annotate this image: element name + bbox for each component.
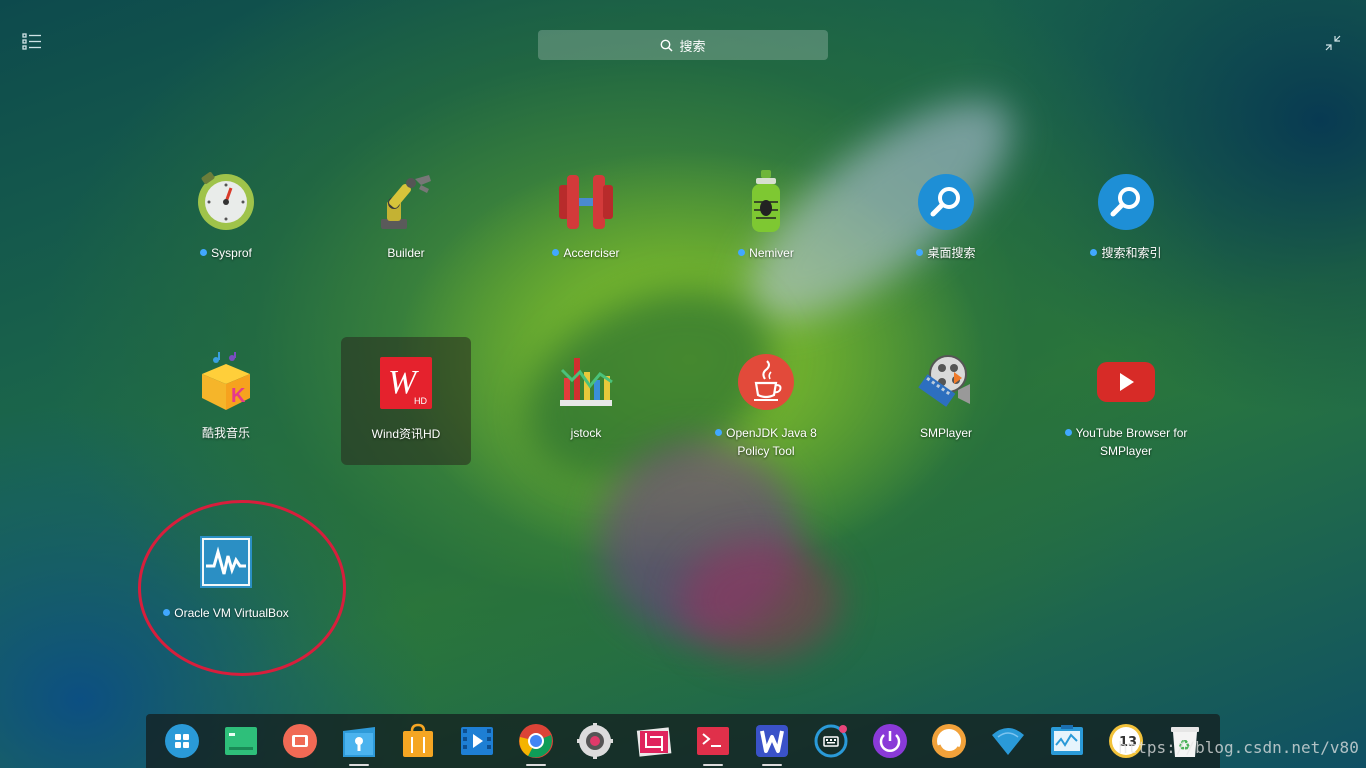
desktop-search-icon — [914, 170, 978, 234]
app-kuwo-music[interactable]: K 酷我音乐 — [161, 336, 291, 464]
search-icon — [661, 39, 674, 52]
app-jstock[interactable]: jstock — [521, 336, 651, 464]
app-wind-hd[interactable]: W HD Wind资讯HD — [341, 337, 471, 465]
screenshot-icon[interactable] — [635, 722, 673, 760]
app-desktop-search[interactable]: 桌面搜索 — [881, 156, 1011, 284]
launcher-icon[interactable] — [163, 722, 201, 760]
svg-text:HD: HD — [414, 396, 427, 406]
svg-text:K: K — [231, 385, 246, 407]
app-label: Builder — [387, 246, 425, 260]
wind-hd-icon: W HD — [374, 351, 438, 415]
app-store-icon[interactable] — [399, 722, 437, 760]
new-app-dot — [1064, 429, 1072, 436]
youtube-icon — [1094, 350, 1158, 414]
app-label: SMPlayer — [919, 426, 972, 440]
wifi-icon[interactable] — [989, 722, 1027, 760]
deepin-terminal-green-icon[interactable] — [222, 722, 260, 760]
app-label: 酷我音乐 — [201, 426, 250, 440]
screen-recorder-icon[interactable] — [281, 722, 319, 760]
builder-icon — [374, 170, 438, 234]
app-label: 桌面搜索 — [927, 246, 976, 260]
system-monitor-icon[interactable] — [1048, 722, 1086, 760]
app-youtube-browser[interactable]: YouTube Browser for SMPlayer — [1061, 336, 1191, 464]
collapse-icon[interactable] — [1325, 35, 1341, 51]
app-label: Wind资讯HD — [371, 427, 441, 441]
highlight-circle-annotation — [138, 500, 346, 676]
keyboard-icon[interactable] — [812, 722, 850, 760]
app-label: jstock — [570, 426, 602, 440]
app-label: 搜索和索引 — [1101, 246, 1162, 260]
network-monitor-icon[interactable] — [930, 722, 968, 760]
search-and-index-icon — [1094, 170, 1158, 234]
app-nemiver[interactable]: Nemiver — [701, 156, 831, 284]
app-label: YouTube Browser for SMPlayer — [1075, 426, 1188, 458]
app-sysprof[interactable]: Sysprof — [161, 156, 291, 284]
control-center-icon[interactable] — [576, 722, 614, 760]
video-player-icon[interactable] — [458, 722, 496, 760]
new-app-dot — [200, 249, 208, 256]
jstock-icon — [554, 350, 618, 414]
app-builder[interactable]: Builder — [341, 156, 471, 284]
app-smplayer[interactable]: SMPlayer — [881, 336, 1011, 464]
sysprof-icon — [194, 170, 258, 234]
app-openjdk-policy-tool[interactable]: OpenJDK Java 8 Policy Tool — [701, 336, 831, 464]
app-label: OpenJDK Java 8 Policy Tool — [726, 426, 817, 458]
app-label: Nemiver — [749, 246, 794, 260]
app-label: Accerciser — [563, 246, 620, 260]
kuwo-music-icon: K — [194, 350, 258, 414]
watermark-text: https://blog.csdn.net/v80 — [1118, 738, 1359, 757]
search-input[interactable]: 搜索 — [538, 30, 828, 60]
new-app-dot — [916, 249, 924, 256]
category-view-icon[interactable] — [22, 33, 42, 51]
nemiver-icon — [734, 170, 798, 234]
smplayer-icon — [914, 350, 978, 414]
new-app-dot — [552, 249, 560, 256]
java-icon — [734, 350, 798, 414]
new-app-dot — [738, 249, 746, 256]
app-search-and-index[interactable]: 搜索和索引 — [1061, 156, 1191, 284]
app-label: Sysprof — [211, 246, 252, 260]
new-app-dot — [1090, 249, 1098, 256]
power-icon[interactable] — [871, 722, 909, 760]
new-app-dot — [715, 429, 723, 436]
app-accerciser[interactable]: Accerciser — [521, 156, 651, 284]
chrome-icon[interactable] — [517, 722, 555, 766]
accerciser-icon — [554, 170, 618, 234]
terminal-icon[interactable] — [694, 722, 732, 766]
search-placeholder: 搜索 — [679, 38, 706, 54]
file-manager-icon[interactable] — [340, 722, 378, 766]
wps-writer-icon[interactable] — [753, 722, 791, 766]
